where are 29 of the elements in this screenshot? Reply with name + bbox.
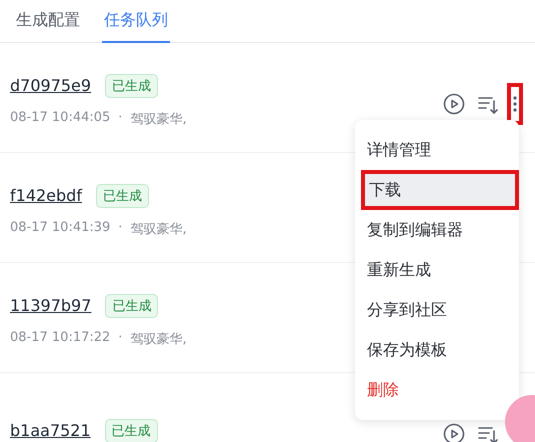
status-badge: 已生成: [104, 418, 158, 442]
menu-item[interactable]: 下载: [361, 170, 519, 210]
menu-item[interactable]: 保存为模板: [355, 330, 519, 370]
task-id-link[interactable]: f142ebdf: [10, 186, 82, 205]
separator-dot: ·: [118, 220, 122, 236]
task-id-link[interactable]: 11397b97: [10, 296, 92, 315]
task-description: 驾驭豪华,: [130, 110, 187, 128]
menu-item[interactable]: 详情管理: [355, 130, 519, 170]
menu-item[interactable]: 删除: [355, 370, 519, 410]
menu-item[interactable]: 复制到编辑器: [355, 210, 519, 250]
task-time: 08-17 10:44:05: [10, 110, 110, 126]
tab[interactable]: 生成配置: [14, 0, 82, 43]
task-time: 08-17 10:41:39: [10, 220, 110, 236]
status-badge: 已生成: [96, 184, 149, 208]
task-time: 08-17 10:17:22: [10, 330, 110, 346]
status-badge: 已生成: [105, 74, 158, 98]
task-id-link[interactable]: b1aa7521: [10, 421, 91, 440]
menu-item[interactable]: 重新生成: [355, 250, 519, 290]
separator-dot: ·: [118, 110, 122, 126]
play-icon[interactable]: [443, 422, 465, 442]
task-description: 驾驭豪华,: [130, 330, 187, 348]
tab[interactable]: 任务队列: [102, 0, 170, 43]
more-icon: [513, 94, 517, 112]
task-id-link[interactable]: d70975e9: [10, 76, 92, 95]
status-badge: 已生成: [105, 294, 158, 318]
separator-dot: ·: [118, 330, 122, 346]
menu-item[interactable]: 分享到社区: [355, 290, 519, 330]
play-icon[interactable]: [443, 92, 465, 114]
task-description: 驾驭豪华,: [130, 220, 187, 238]
